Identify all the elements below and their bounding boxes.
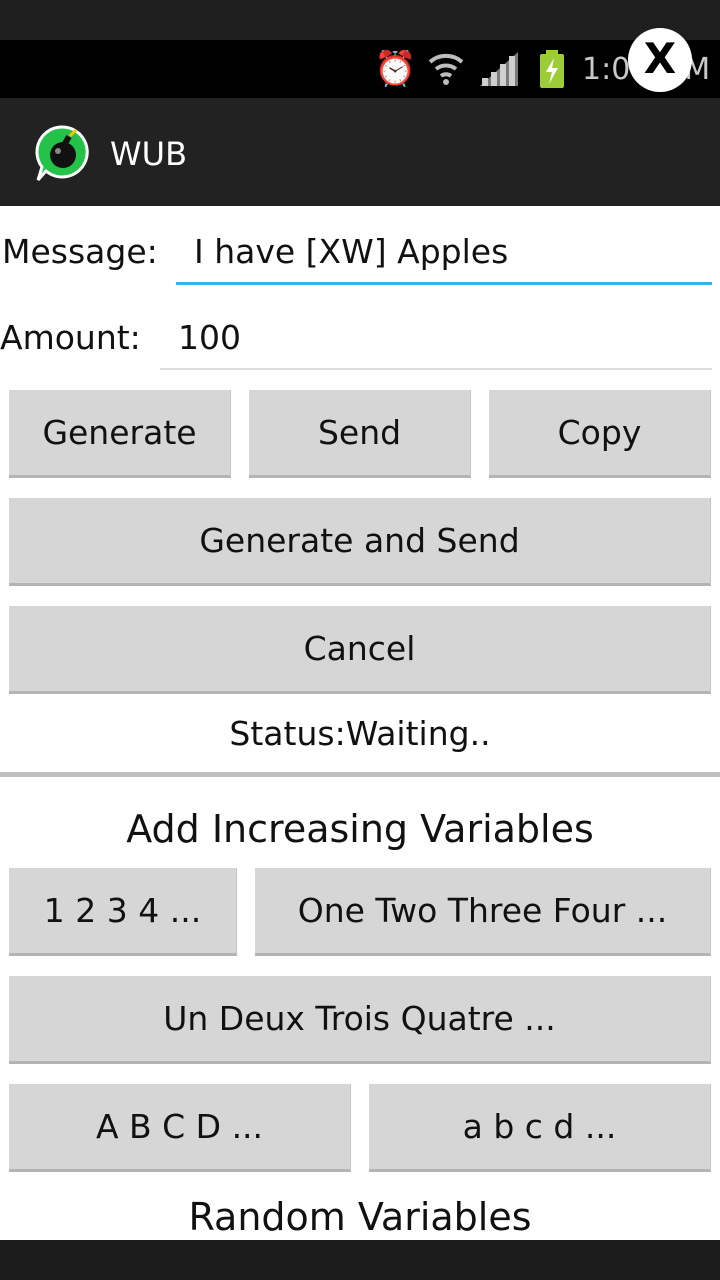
signal-icon — [480, 52, 518, 86]
close-overlay-button[interactable]: X — [628, 28, 692, 92]
french-words-variable-button[interactable]: Un Deux Trois Quatre ... — [9, 976, 711, 1064]
action-bar — [0, 98, 720, 206]
main-content: Message: I have [XW] Apples Amount: 100 … — [0, 206, 720, 1240]
lowercase-letters-variable-button[interactable]: a b c d ... — [369, 1084, 711, 1172]
message-input[interactable]: I have [XW] Apples — [194, 232, 710, 272]
amount-input[interactable]: 100 — [178, 318, 708, 358]
increasing-variables-heading: Add Increasing Variables — [126, 807, 594, 851]
section-divider — [0, 772, 720, 777]
random-variables-heading: Random Variables — [188, 1195, 532, 1239]
app-bomb-chat-icon — [35, 125, 89, 181]
copy-button[interactable]: Copy — [489, 390, 711, 478]
generate-button[interactable]: Generate — [9, 390, 231, 478]
uppercase-letters-variable-button[interactable]: A B C D ... — [9, 1084, 351, 1172]
bottom-bar — [0, 1240, 720, 1280]
cancel-button[interactable]: Cancel — [9, 606, 711, 694]
battery-charging-icon — [540, 50, 564, 88]
wifi-icon — [428, 53, 464, 85]
status-text: Status:Waiting.. — [229, 714, 491, 753]
app-title: WUB — [110, 135, 188, 173]
alarm-icon: ⏰ — [374, 49, 417, 89]
send-button[interactable]: Send — [249, 390, 471, 478]
english-words-variable-button[interactable]: One Two Three Four ... — [255, 868, 711, 956]
generate-and-send-button[interactable]: Generate and Send — [9, 498, 711, 586]
message-input-underline — [176, 282, 712, 285]
numbers-variable-button[interactable]: 1 2 3 4 ... — [9, 868, 237, 956]
amount-input-underline — [160, 368, 712, 370]
message-label: Message: — [2, 232, 158, 271]
amount-label: Amount: — [0, 318, 141, 357]
top-frame — [0, 0, 720, 40]
